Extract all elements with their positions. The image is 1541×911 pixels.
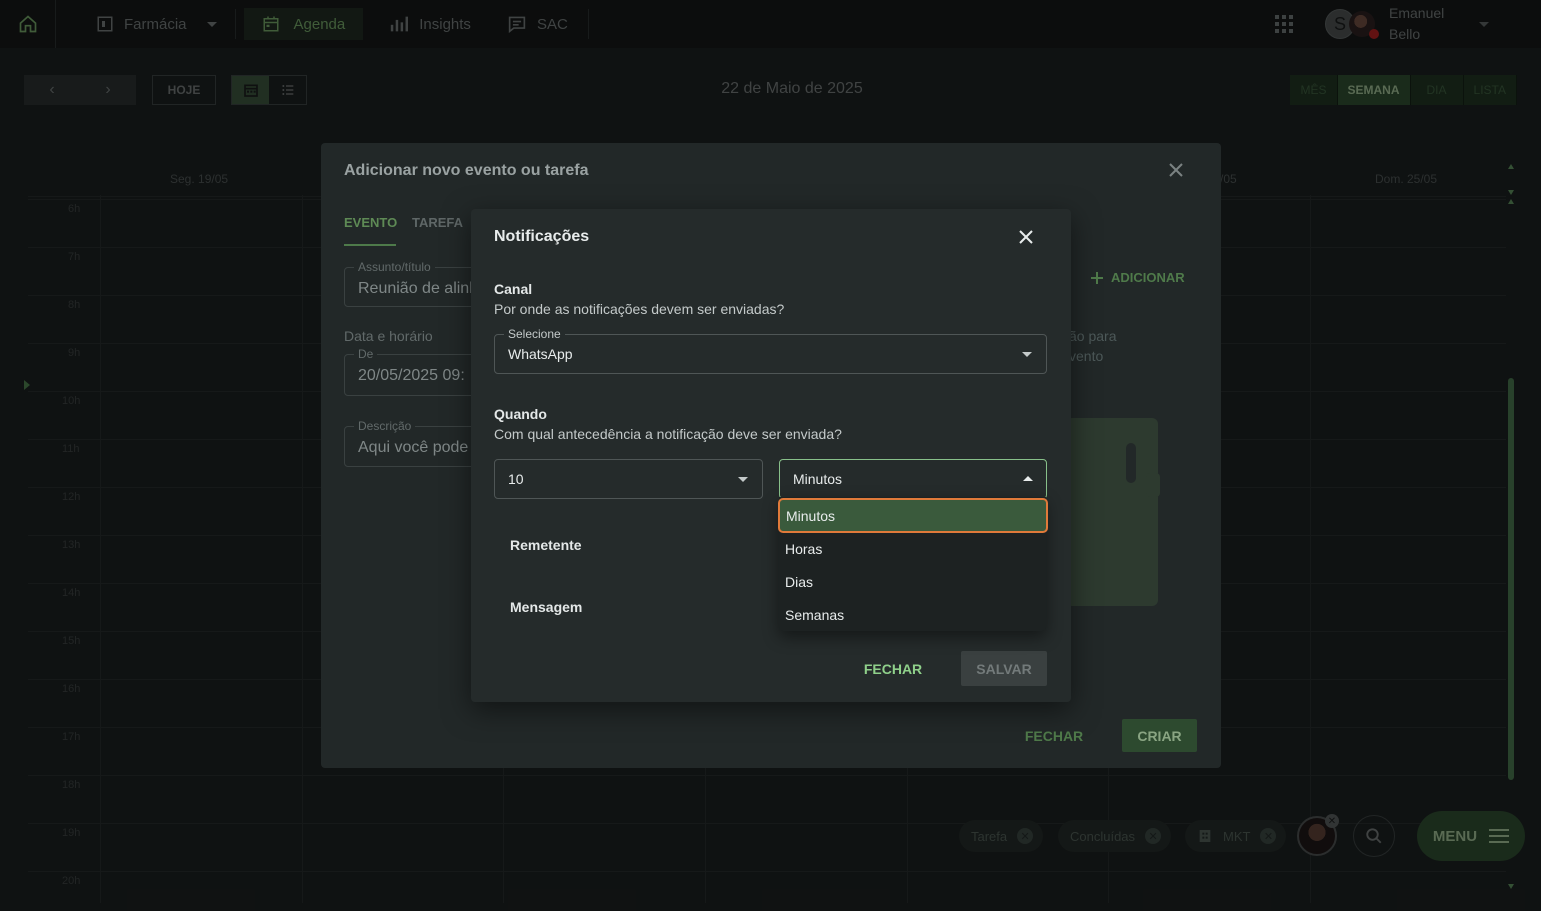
- field-value: 20/05/2025 09:: [358, 367, 465, 384]
- unit-select[interactable]: Minutos: [779, 459, 1047, 499]
- close-icon: [1019, 230, 1033, 244]
- add-button[interactable]: ADICIONAR: [1091, 270, 1185, 285]
- select-label: Selecione: [504, 327, 565, 341]
- select-value: Minutos: [793, 471, 843, 487]
- datetime-label: Data e horário: [344, 328, 433, 344]
- field-label: Descrição: [354, 419, 416, 433]
- message-label: Mensagem: [510, 599, 583, 615]
- chevron-down-icon: [1022, 352, 1032, 357]
- channel-title: Canal: [494, 281, 533, 297]
- save-button[interactable]: SALVAR: [961, 651, 1047, 686]
- channel-subtitle: Por onde as notificações devem ser envia…: [494, 301, 785, 317]
- hint-line: ão para: [1069, 328, 1117, 344]
- hint-line: vento: [1069, 348, 1104, 364]
- menu-item-dias[interactable]: Dias: [779, 565, 1046, 598]
- when-subtitle: Com qual antecedência a notificação deve…: [494, 426, 842, 442]
- side-hint-text: ão para vento: [1069, 326, 1116, 366]
- illustration: [1126, 443, 1136, 483]
- field-value: Reunião de alinl: [358, 280, 473, 297]
- plus-icon: [1091, 271, 1103, 284]
- field-label: De: [354, 347, 378, 361]
- select-value: WhatsApp: [508, 346, 573, 362]
- menu-item-horas[interactable]: Horas: [779, 532, 1046, 565]
- chevron-up-icon: [1023, 476, 1033, 481]
- sender-label: Remetente: [510, 537, 582, 553]
- unit-options-menu: Minutos Horas Dias Semanas: [778, 497, 1048, 631]
- select-value: 10: [508, 471, 524, 487]
- dialog-title: Adicionar novo evento ou tarefa: [344, 162, 589, 179]
- chevron-down-icon: [738, 477, 748, 482]
- close-button[interactable]: [1166, 160, 1186, 185]
- close-button[interactable]: FECHAR: [857, 651, 929, 686]
- tab-evento[interactable]: EVENTO: [344, 215, 397, 230]
- when-title: Quando: [494, 406, 547, 422]
- illustration: [1066, 418, 1158, 606]
- close-button[interactable]: FECHAR: [1021, 719, 1087, 752]
- field-value: Aqui você pode: [358, 439, 469, 456]
- amount-select[interactable]: 10: [494, 459, 763, 499]
- close-button[interactable]: [1016, 227, 1036, 252]
- tab-tarefa[interactable]: TAREFA: [412, 215, 463, 230]
- menu-item-semanas[interactable]: Semanas: [779, 598, 1046, 631]
- illustration: [1146, 473, 1160, 497]
- add-label: ADICIONAR: [1111, 270, 1185, 285]
- create-button[interactable]: CRIAR: [1122, 719, 1197, 752]
- close-icon: [1169, 163, 1183, 177]
- tab-indicator: [344, 244, 396, 246]
- field-label: Assunto/título: [354, 260, 435, 274]
- menu-item-minutos[interactable]: Minutos: [778, 498, 1048, 533]
- channel-select[interactable]: Selecione WhatsApp: [494, 327, 1047, 374]
- dialog-title: Notificações: [494, 228, 590, 245]
